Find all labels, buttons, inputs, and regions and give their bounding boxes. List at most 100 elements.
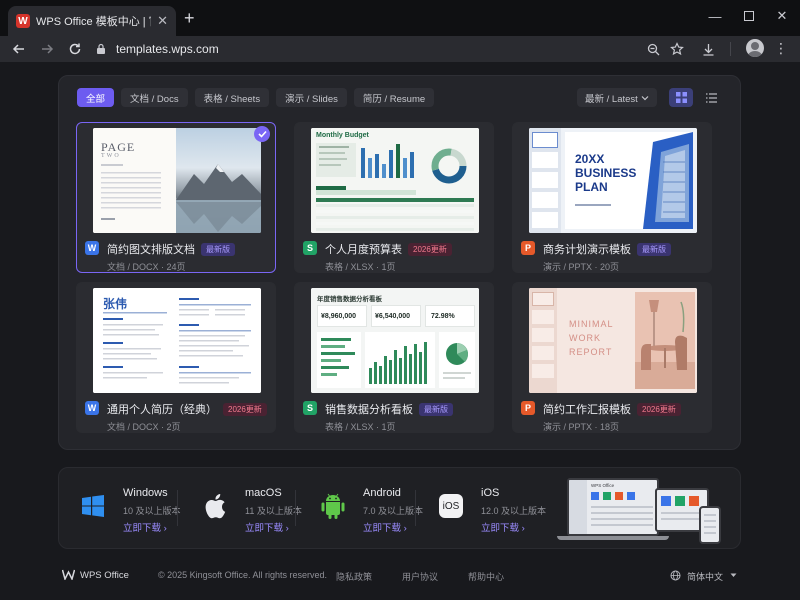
footer-privacy-link[interactable]: 隐私政策 [336, 570, 372, 583]
address-bar[interactable]: templates.wps.com [96, 38, 696, 60]
grid-view-button[interactable] [669, 88, 693, 107]
mountain-photo [176, 128, 261, 233]
selected-check-icon [254, 126, 270, 142]
template-name-text: 通用个人简历（经典） [107, 404, 217, 416]
platform-requirement: 12.0 及以上版本 [481, 506, 547, 516]
template-thumbnail: MINIMAL WORK REPORT [529, 288, 697, 393]
laptop-base [557, 536, 669, 540]
wps-logo-icon: W [16, 14, 30, 28]
filter-docs[interactable]: 文档 / Docs [121, 88, 188, 107]
wps-logo-icon [62, 569, 75, 580]
footer-agreement-link[interactable]: 用户协议 [402, 570, 438, 583]
template-meta: 表格 / XLSX · 1页 [325, 422, 396, 432]
filter-sheets[interactable]: 表格 / Sheets [194, 88, 270, 107]
template-gallery-panel: 全部 文档 / Docs 表格 / Sheets 演示 / Slides 简历 … [58, 75, 741, 450]
template-meta: 文档 / DOCX · 24页 [107, 262, 186, 272]
globe-icon [670, 570, 681, 581]
status-badge: 2026更新 [408, 243, 452, 256]
room-photo [635, 292, 695, 389]
profile-avatar[interactable] [746, 39, 764, 57]
more-menu-icon[interactable]: ⋮ [774, 41, 788, 55]
browser-toolbar: templates.wps.com ⋮ [0, 36, 800, 62]
status-badge: 最新版 [201, 243, 235, 256]
template-card[interactable]: Monthly Budget S 个人月度预算表 2026更新 表格 / XLSX… [294, 122, 494, 273]
footer-help-link[interactable]: 帮助中心 [468, 570, 504, 583]
download-link-windows[interactable]: 立即下载 › [123, 520, 167, 534]
xlsx-file-icon: S [303, 401, 317, 415]
skyscraper-graphic [643, 132, 693, 229]
download-link-macos[interactable]: 立即下载 › [245, 520, 289, 534]
language-selector[interactable]: 简体中文 [687, 570, 723, 583]
filter-slides[interactable]: 演示 / Slides [276, 88, 347, 107]
pptx-file-icon: P [521, 401, 535, 415]
platform-requirement: 11 及以上版本 [245, 506, 302, 516]
template-name: 商务计划演示模板 最新版 [543, 241, 671, 257]
status-badge: 2026更新 [223, 403, 267, 416]
thumb-year: 20XX [575, 152, 605, 166]
sort-dropdown[interactable]: 最新 / Latest [577, 88, 657, 107]
minimize-icon[interactable]: — [705, 6, 725, 26]
sort-label: 最新 / Latest [585, 93, 638, 105]
close-window-icon[interactable]: ✕ [772, 6, 792, 26]
template-thumbnail: Monthly Budget [311, 128, 479, 233]
forward-icon[interactable] [38, 40, 56, 58]
filter-resume[interactable]: 简历 / Resume [353, 88, 435, 107]
tab-title: WPS Office 模板中心 | 官方模板 [36, 16, 151, 28]
platform-name: iOS [481, 487, 500, 499]
template-meta: 表格 / XLSX · 1页 [325, 262, 396, 272]
browser-tab[interactable]: W WPS Office 模板中心 | 官方模板 ✕ [8, 6, 176, 36]
filter-all[interactable]: 全部 [77, 88, 115, 107]
template-meta: 文档 / DOCX · 2页 [107, 422, 181, 432]
download-icon[interactable] [699, 40, 717, 58]
list-view-button[interactable] [699, 88, 723, 107]
footer-brand: WPS Office [80, 570, 129, 581]
status-badge: 最新版 [419, 403, 453, 416]
maximize-icon[interactable] [739, 6, 759, 26]
list-icon [705, 92, 717, 103]
docx-file-icon: W [85, 241, 99, 255]
template-thumbnail: 张伟 [93, 288, 261, 393]
device-app-label: WPS Office [591, 483, 615, 488]
grid-icon [675, 92, 687, 103]
platform-name: Android [363, 487, 401, 499]
page-footer: WPS Office © 2025 Kingsoft Office. All r… [0, 560, 800, 590]
platform-name: Windows [123, 487, 168, 499]
windows-icon [75, 488, 111, 524]
chevron-down-icon [641, 95, 649, 100]
template-card[interactable]: 张伟 W 通用个人简历（经典） 2026更新 文档 / DOCX · 2页 [76, 282, 276, 433]
platform-name: macOS [245, 487, 282, 499]
chevron-down-icon[interactable] [730, 573, 737, 578]
platform-requirement: 10 及以上版本 [123, 506, 181, 516]
apple-icon [197, 488, 233, 524]
thumb-title-line2: PLAN [575, 180, 608, 194]
browser-tabstrip: W WPS Office 模板中心 | 官方模板 ✕ + — ✕ [0, 0, 800, 36]
ios-icon: iOS [433, 488, 469, 524]
template-meta: 演示 / PPTX · 18页 [543, 422, 620, 432]
close-tab-icon[interactable]: ✕ [157, 13, 168, 29]
back-icon[interactable] [10, 40, 28, 58]
zoom-icon[interactable] [644, 40, 662, 58]
bookmark-star-icon[interactable] [668, 40, 686, 58]
template-name-text: 简约图文排版文档 [107, 244, 195, 256]
thumb-title-line1: MINIMAL [569, 319, 614, 329]
reload-icon[interactable] [66, 40, 84, 58]
template-card[interactable]: 年度销售数据分析看板 ¥8,960,000 ¥6,540,000 72.98% … [294, 282, 494, 433]
pptx-file-icon: P [521, 241, 535, 255]
template-card[interactable]: 20XX BUSINESS PLAN P 商务计划演示模板 最新版 演示 / PP… [512, 122, 712, 273]
android-icon [315, 488, 351, 524]
template-name: 简约图文排版文档 最新版 [107, 241, 235, 257]
docx-file-icon: W [85, 401, 99, 415]
new-tab-icon[interactable]: + [184, 9, 195, 27]
template-meta: 演示 / PPTX · 20页 [543, 262, 620, 272]
template-card[interactable]: PAGE TWO W 简约图文排版文档 最新版 文档 / DOCX · 24页 [76, 122, 276, 273]
download-link-ios[interactable]: 立即下载 › [481, 520, 525, 534]
site-info-icon[interactable] [96, 43, 106, 55]
template-name: 通用个人简历（经典） 2026更新 [107, 401, 267, 417]
toolbar-divider [730, 42, 731, 56]
template-name-text: 销售数据分析看板 [325, 404, 413, 416]
template-thumbnail: 20XX BUSINESS PLAN [529, 128, 697, 233]
template-name-text: 个人月度预算表 [325, 244, 402, 256]
template-card[interactable]: MINIMAL WORK REPORT P 简约工作汇报模板 2026更新 演示 … [512, 282, 712, 433]
category-filters: 全部 文档 / Docs 表格 / Sheets 演示 / Slides 简历 … [77, 88, 435, 107]
download-link-android[interactable]: 立即下载 › [363, 520, 407, 534]
